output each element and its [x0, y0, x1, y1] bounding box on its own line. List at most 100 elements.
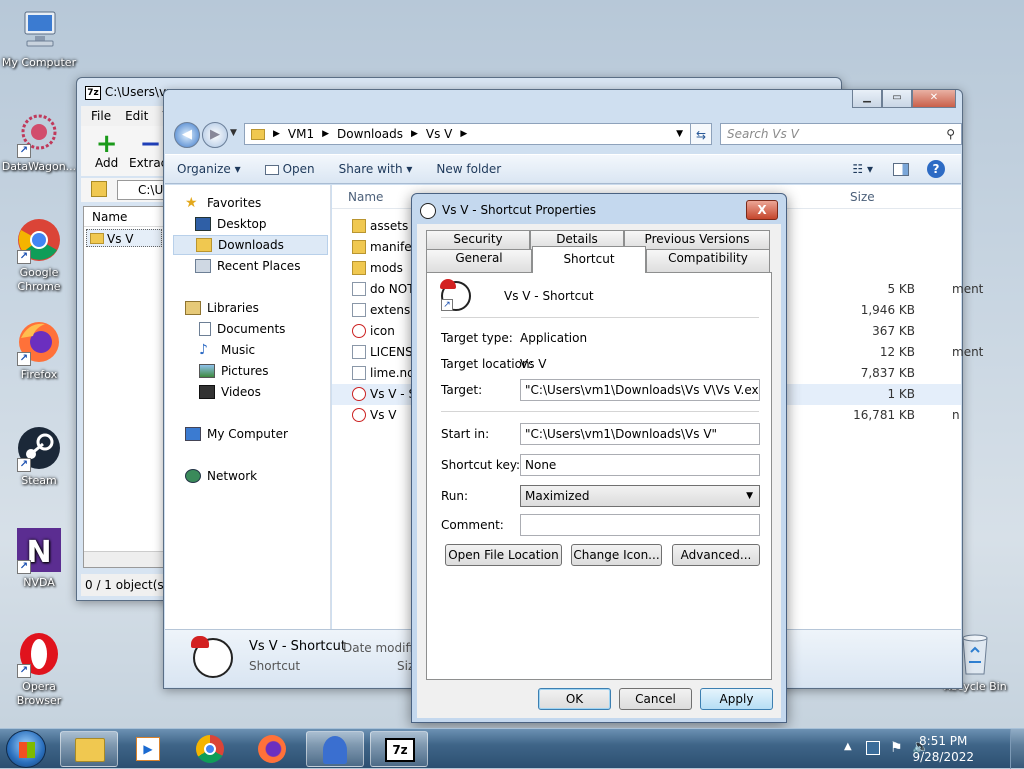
organize-button[interactable]: Organize ▾ [165, 162, 253, 176]
recent-pages-chevron-icon[interactable]: ▼ [230, 128, 237, 138]
nav-network[interactable]: Network [185, 466, 257, 486]
nav-pictures[interactable]: Pictures [199, 361, 269, 381]
advanced-button[interactable]: Advanced... [672, 544, 760, 566]
desktop-icon-label: Steam [21, 474, 57, 487]
apply-button[interactable]: Apply [700, 688, 773, 710]
taskbar-media-player[interactable]: ▶ [120, 731, 178, 767]
refresh-button[interactable]: ⇆ [690, 123, 712, 145]
action-center-icon[interactable]: ⚑ [890, 740, 903, 756]
close-button[interactable]: ✕ [912, 90, 956, 108]
file-name: Vs V [370, 408, 397, 422]
ok-button[interactable]: OK [538, 688, 611, 710]
desktop-icon-steam[interactable]: ↗ Steam [0, 424, 78, 488]
file-size: 1 KB [887, 387, 915, 401]
target-type-value: Application [520, 331, 588, 345]
file-size: 1,946 KB [860, 303, 915, 317]
desktop-icon-my-computer[interactable]: My Computer [0, 6, 78, 70]
nav-my-computer[interactable]: My Computer [185, 424, 288, 444]
nav-recent-places[interactable]: Recent Places [195, 256, 300, 276]
opera-icon: ↗ [15, 630, 63, 678]
shortcut-properties-dialog[interactable]: Vs V - Shortcut Properties X Security De… [411, 193, 787, 723]
horizontal-scrollbar[interactable] [84, 551, 164, 567]
file-list[interactable]: Name Vs V [83, 206, 165, 568]
tab-compatibility[interactable]: Compatibility [646, 249, 770, 272]
open-file-location-button[interactable]: Open File Location [445, 544, 562, 566]
column-header-name[interactable]: Name [84, 207, 164, 227]
shortcut-arrow-icon: ↗ [17, 458, 31, 472]
view-options-icon[interactable]: ☷ ▾ [852, 162, 873, 176]
menu-file[interactable]: File [91, 106, 111, 126]
show-desktop-button[interactable] [1010, 729, 1024, 769]
file-name: mods [370, 261, 403, 275]
menu-edit[interactable]: Edit [125, 106, 148, 126]
back-button[interactable]: ◀ [174, 122, 200, 148]
target-field[interactable]: "C:\Users\vm1\Downloads\Vs V\Vs V.exe" [520, 379, 760, 401]
nav-downloads[interactable]: Downloads [173, 235, 328, 255]
file-size: 367 KB [872, 324, 915, 338]
minimize-button[interactable]: ▁ [852, 90, 882, 108]
cancel-button[interactable]: Cancel [619, 688, 692, 710]
breadcrumb-item[interactable]: Vs V [426, 127, 452, 141]
taskbar-7zip[interactable]: 7z [370, 731, 428, 767]
share-with-button[interactable]: Share with ▾ [327, 162, 425, 176]
nav-favorites[interactable]: ★ Favorites [185, 193, 261, 213]
desktop-icon-label: Firefox [20, 368, 58, 381]
start-button[interactable] [6, 730, 46, 768]
nav-videos[interactable]: Videos [199, 382, 261, 402]
column-header-size[interactable]: Size [850, 190, 875, 204]
desktop-icon-label: Opera Browser [16, 680, 62, 707]
taskbar-chrome[interactable] [182, 731, 240, 767]
desktop-icon-opera[interactable]: ↗ Opera Browser [0, 630, 78, 708]
desktop-icon-nvda[interactable]: N ↗ NVDA [0, 526, 78, 590]
downloads-folder-icon [196, 238, 212, 252]
taskbar-game[interactable] [306, 731, 364, 767]
breadcrumb-item[interactable]: Downloads [337, 127, 403, 141]
tab-general[interactable]: General [426, 249, 532, 272]
details-file-name: Vs V - Shortcut [249, 639, 347, 654]
nav-music[interactable]: ♪ Music [199, 340, 255, 360]
comment-field[interactable] [520, 514, 760, 536]
separator [441, 411, 759, 412]
taskbar-explorer[interactable] [60, 731, 118, 767]
up-folder-icon[interactable] [91, 181, 107, 197]
nav-desktop[interactable]: Desktop [195, 214, 267, 234]
network-tray-icon[interactable] [866, 741, 880, 755]
change-icon-button[interactable]: Change Icon... [571, 544, 662, 566]
address-dropdown-icon[interactable]: ▼ [676, 129, 683, 139]
desktop-icon-firefox[interactable]: ↗ Firefox [0, 318, 78, 382]
list-item[interactable]: Vs V [86, 229, 162, 247]
run-select[interactable]: Maximized ▼ [520, 485, 760, 507]
help-icon[interactable]: ? [927, 160, 945, 178]
shortcut-key-field[interactable]: None [520, 454, 760, 476]
preview-pane-icon[interactable] [893, 162, 909, 176]
details-date-label: Date modifie [343, 641, 421, 655]
desktop-icon-datawagon[interactable]: ↗ DataWagon... [0, 110, 78, 174]
open-button[interactable]: Open [253, 162, 327, 176]
taskbar-firefox[interactable] [244, 731, 302, 767]
folder-icon [352, 261, 366, 275]
search-input[interactable]: Search Vs V ⚲ [720, 123, 962, 145]
separator [441, 317, 759, 318]
desktop-icon-chrome[interactable]: ↗ Google Chrome [0, 216, 78, 294]
computer-icon [185, 427, 201, 441]
nav-documents[interactable]: Documents [199, 319, 285, 339]
shortcut-large-icon: ↗ [440, 279, 471, 311]
nav-libraries[interactable]: Libraries [185, 298, 259, 318]
tab-shortcut[interactable]: Shortcut [532, 246, 646, 273]
address-bar[interactable]: ▶ VM1 ▶ Downloads ▶ Vs V ▶ ▼ [244, 123, 712, 145]
maximize-button[interactable]: ▭ [882, 90, 912, 108]
comment-label: Comment: [441, 518, 504, 532]
document-icon [352, 345, 366, 359]
add-button[interactable]: + Add [95, 131, 118, 170]
new-folder-button[interactable]: New folder [424, 162, 513, 176]
breadcrumb-item[interactable]: VM1 [288, 127, 314, 141]
details-file-type: Shortcut [249, 659, 301, 673]
start-in-field[interactable]: "C:\Users\vm1\Downloads\Vs V" [520, 423, 760, 445]
folder-icon [90, 233, 104, 244]
clock[interactable]: 8:51 PM 9/28/2022 [912, 733, 974, 765]
dialog-close-button[interactable]: X [746, 200, 778, 220]
column-header-name[interactable]: Name [348, 190, 383, 204]
show-hidden-icons-icon[interactable]: ▲ [844, 741, 852, 752]
tab-security[interactable]: Security [426, 230, 530, 249]
forward-button[interactable]: ▶ [202, 122, 228, 148]
